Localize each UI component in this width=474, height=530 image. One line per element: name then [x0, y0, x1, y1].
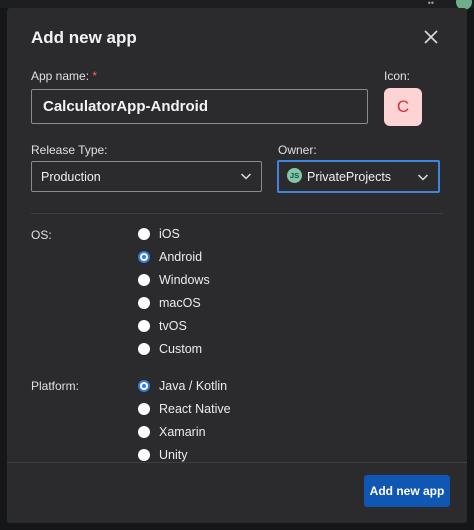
radio-checked-icon[interactable] [138, 380, 150, 392]
owner-label: Owner: [278, 143, 317, 157]
owner-select[interactable]: JS PrivateProjects [277, 160, 440, 193]
chevron-down-icon [240, 173, 252, 180]
release-type-select[interactable]: Production [31, 161, 262, 192]
close-icon [424, 30, 438, 44]
radio-option-label: Android [159, 250, 203, 264]
dialog-title: Add new app [31, 28, 137, 47]
radio-unchecked-icon[interactable] [138, 403, 150, 415]
radio-unchecked-icon[interactable] [138, 449, 150, 461]
release-type-label: Release Type: [31, 143, 108, 157]
radio-option-label: React Native [159, 402, 231, 416]
close-button[interactable] [421, 27, 441, 47]
radio-unchecked-icon[interactable] [138, 320, 150, 332]
radio-option-label: tvOS [159, 319, 187, 333]
radio-option-label: Custom [159, 342, 203, 356]
radio-option-label: macOS [159, 296, 201, 310]
radio-unchecked-icon[interactable] [138, 343, 150, 355]
icon-label: Icon: [384, 69, 411, 83]
radio-unchecked-icon[interactable] [138, 274, 150, 286]
app-name-label: App name: * [31, 69, 98, 83]
radio-option-label: iOS [159, 227, 180, 241]
chevron-down-icon [417, 174, 429, 181]
app-icon-picker[interactable]: C [384, 88, 422, 126]
radio-option-label: Xamarin [159, 425, 206, 439]
radio-unchecked-icon[interactable] [138, 297, 150, 309]
section-divider [31, 213, 443, 214]
radio-unchecked-icon[interactable] [138, 426, 150, 438]
radio-option-label: Java / Kotlin [159, 379, 228, 393]
app-name-input[interactable]: CalculatorApp-Android [31, 89, 368, 124]
required-mark: * [92, 69, 98, 83]
app-icon-letter: C [396, 97, 410, 116]
os-label: OS: [31, 228, 52, 242]
add-new-app-button[interactable]: Add new app [364, 475, 450, 507]
background-toolbar [0, 0, 474, 8]
release-type-value: Production [41, 170, 101, 184]
radio-option-label: Unity [159, 448, 188, 462]
platform-label: Platform: [31, 379, 80, 393]
owner-avatar: JS [287, 168, 302, 183]
background-dots-icon: •• [427, 0, 434, 8]
add-app-dialog: Add new app App name: * CalculatorApp-An… [7, 8, 467, 523]
radio-unchecked-icon[interactable] [138, 228, 150, 240]
radio-option-label: Windows [159, 273, 210, 287]
radio-checked-icon[interactable] [138, 251, 150, 263]
owner-value: PrivateProjects [307, 170, 392, 184]
